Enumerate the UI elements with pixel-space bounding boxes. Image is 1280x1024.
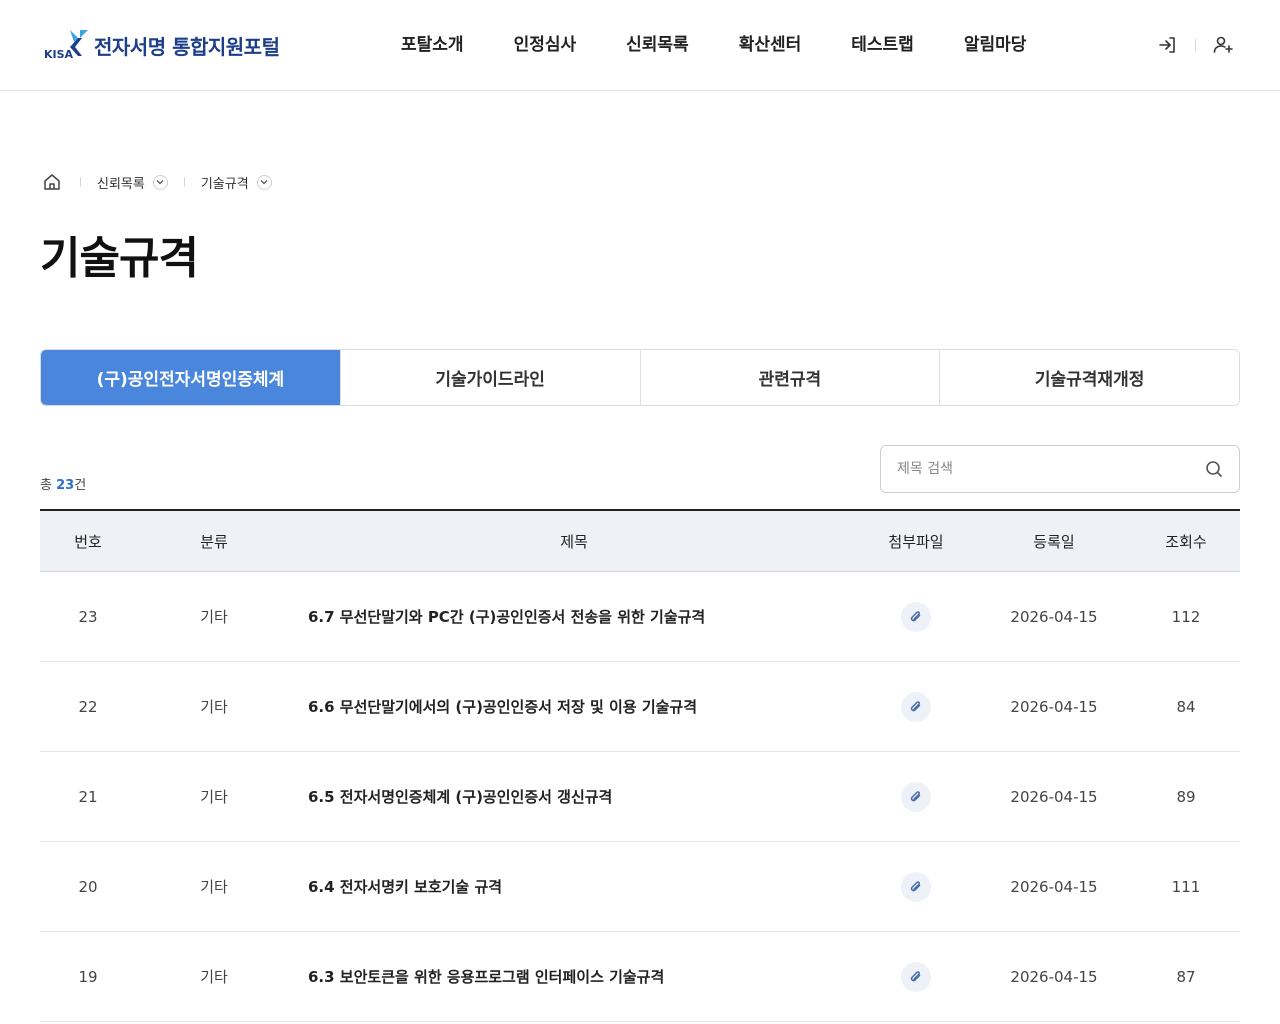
svg-text:KISA: KISA <box>44 48 74 61</box>
table-row[interactable]: 21 기타 6.5 전자서명인증체계 (구)공인인증서 갱신규격 2026-04… <box>40 752 1240 842</box>
breadcrumb-divider <box>80 177 81 187</box>
home-icon[interactable] <box>40 170 64 194</box>
paperclip-icon[interactable] <box>901 691 931 722</box>
cell-number: 22 <box>78 697 98 716</box>
cell-number: 23 <box>78 607 98 626</box>
cell-attachment <box>856 752 976 841</box>
cell-category: 기타 <box>200 698 228 716</box>
paperclip-icon[interactable] <box>901 601 931 632</box>
total-count: 총 23건 <box>40 474 86 493</box>
nav-item-test-lab[interactable]: 테스트랩 <box>826 30 939 60</box>
cell-date: 2026-04-15 <box>1010 967 1098 986</box>
cell-title-link[interactable]: 6.6 무선단말기에서의 (구)공인인증서 저장 및 이용 기술규격 <box>292 662 856 751</box>
column-header-title: 제목 <box>560 532 588 551</box>
breadcrumb: 신뢰목록 기술규격 <box>40 170 272 194</box>
paperclip-icon[interactable] <box>901 871 931 902</box>
table-row[interactable]: 22 기타 6.6 무선단말기에서의 (구)공인인증서 저장 및 이용 기술규격… <box>40 662 1240 752</box>
count-prefix: 총 <box>40 478 57 493</box>
logo-text: 전자서명 통합지원포털 <box>94 34 280 59</box>
search-input[interactable] <box>897 461 1203 477</box>
spec-table: 번호 분류 제목 첨부파일 등록일 조회수 23 기타 6.7 무선단말기와 P… <box>40 509 1240 1022</box>
column-header-category: 분류 <box>200 532 228 551</box>
category-tabs: (구)공인전자서명인증체계 기술가이드라인 관련규격 기술규격재개정 <box>40 349 1240 406</box>
cell-date: 2026-04-15 <box>1010 787 1098 806</box>
paperclip-icon[interactable] <box>901 781 931 812</box>
cell-views: 112 <box>1171 607 1201 626</box>
search-icon[interactable] <box>1203 458 1225 480</box>
tab-tech-guideline[interactable]: 기술가이드라인 <box>339 350 640 405</box>
nav-item-portal-intro[interactable]: 포탈소개 <box>376 30 489 60</box>
tab-related-spec[interactable]: 관련규격 <box>639 350 940 405</box>
table-header: 번호 분류 제목 첨부파일 등록일 조회수 <box>40 511 1240 572</box>
cell-title-link[interactable]: 6.7 무선단말기와 PC간 (구)공인인증서 전송을 위한 기술규격 <box>292 572 856 661</box>
nav-item-spread-center[interactable]: 확산센터 <box>714 30 827 60</box>
user-add-icon[interactable] <box>1210 32 1236 58</box>
kisa-logo-mark: KISA <box>44 28 92 62</box>
cell-date: 2026-04-15 <box>1010 697 1098 716</box>
chevron-down-icon <box>256 174 272 190</box>
column-header-date: 등록일 <box>1033 532 1075 551</box>
cell-number: 20 <box>78 877 98 896</box>
chevron-down-icon <box>152 174 168 190</box>
tab-spec-revision[interactable]: 기술규격재개정 <box>939 350 1239 405</box>
breadcrumb-item-tech-spec[interactable]: 기술규격 <box>201 173 272 192</box>
count-suffix: 건 <box>74 478 87 493</box>
breadcrumb-item-trust-list[interactable]: 신뢰목록 <box>97 173 168 192</box>
header-actions <box>1155 32 1236 58</box>
cell-date: 2026-04-15 <box>1010 877 1098 896</box>
table-row[interactable]: 20 기타 6.4 전자서명키 보호기술 규격 2026-04-15 111 <box>40 842 1240 932</box>
cell-date: 2026-04-15 <box>1010 607 1098 626</box>
cell-title-link[interactable]: 6.5 전자서명인증체계 (구)공인인증서 갱신규격 <box>292 752 856 841</box>
cell-attachment <box>856 932 976 1021</box>
site-header: KISA 전자서명 통합지원포털 포탈소개 인정심사 신뢰목록 확산센터 테스트… <box>0 0 1280 91</box>
header-divider <box>1195 39 1196 51</box>
table-row[interactable]: 23 기타 6.7 무선단말기와 PC간 (구)공인인증서 전송을 위한 기술규… <box>40 572 1240 662</box>
nav-item-trust-list[interactable]: 신뢰목록 <box>601 30 714 60</box>
cell-title-link[interactable]: 6.3 보안토큰을 위한 응용프로그램 인터페이스 기술규격 <box>292 932 856 1021</box>
cell-category: 기타 <box>200 878 228 896</box>
tab-legacy-certification[interactable]: (구)공인전자서명인증체계 <box>41 350 340 405</box>
nav-item-notice[interactable]: 알림마당 <box>939 30 1052 60</box>
site-logo[interactable]: KISA 전자서명 통합지원포털 <box>44 28 280 62</box>
cell-category: 기타 <box>200 968 228 986</box>
paperclip-icon[interactable] <box>901 961 931 992</box>
cell-views: 87 <box>1176 967 1196 986</box>
cell-category: 기타 <box>200 788 228 806</box>
cell-attachment <box>856 662 976 751</box>
breadcrumb-label: 기술규격 <box>200 176 249 192</box>
cell-views: 84 <box>1176 697 1196 716</box>
page-title: 기술규격 <box>40 233 199 284</box>
breadcrumb-label: 신뢰목록 <box>97 176 145 192</box>
cell-category: 기타 <box>200 608 228 626</box>
column-header-attachment: 첨부파일 <box>888 532 944 551</box>
cell-attachment <box>856 572 976 661</box>
table-row[interactable]: 19 기타 6.3 보안토큰을 위한 응용프로그램 인터페이스 기술규격 202… <box>40 932 1240 1022</box>
column-header-views: 조회수 <box>1165 532 1207 551</box>
nav-item-certification-review[interactable]: 인정심사 <box>489 30 602 60</box>
cell-number: 19 <box>78 967 98 986</box>
title-search <box>880 445 1240 493</box>
breadcrumb-divider <box>183 177 185 187</box>
column-header-number: 번호 <box>74 532 102 551</box>
cell-attachment <box>856 842 976 931</box>
cell-views: 111 <box>1171 877 1201 896</box>
cell-number: 21 <box>78 787 98 806</box>
main-nav: 포탈소개 인정심사 신뢰목록 확산센터 테스트랩 알림마당 <box>376 30 1051 60</box>
count-value: 23 <box>56 478 75 493</box>
cell-title-link[interactable]: 6.4 전자서명키 보호기술 규격 <box>292 842 856 931</box>
login-icon[interactable] <box>1155 32 1181 58</box>
cell-views: 89 <box>1176 787 1196 806</box>
